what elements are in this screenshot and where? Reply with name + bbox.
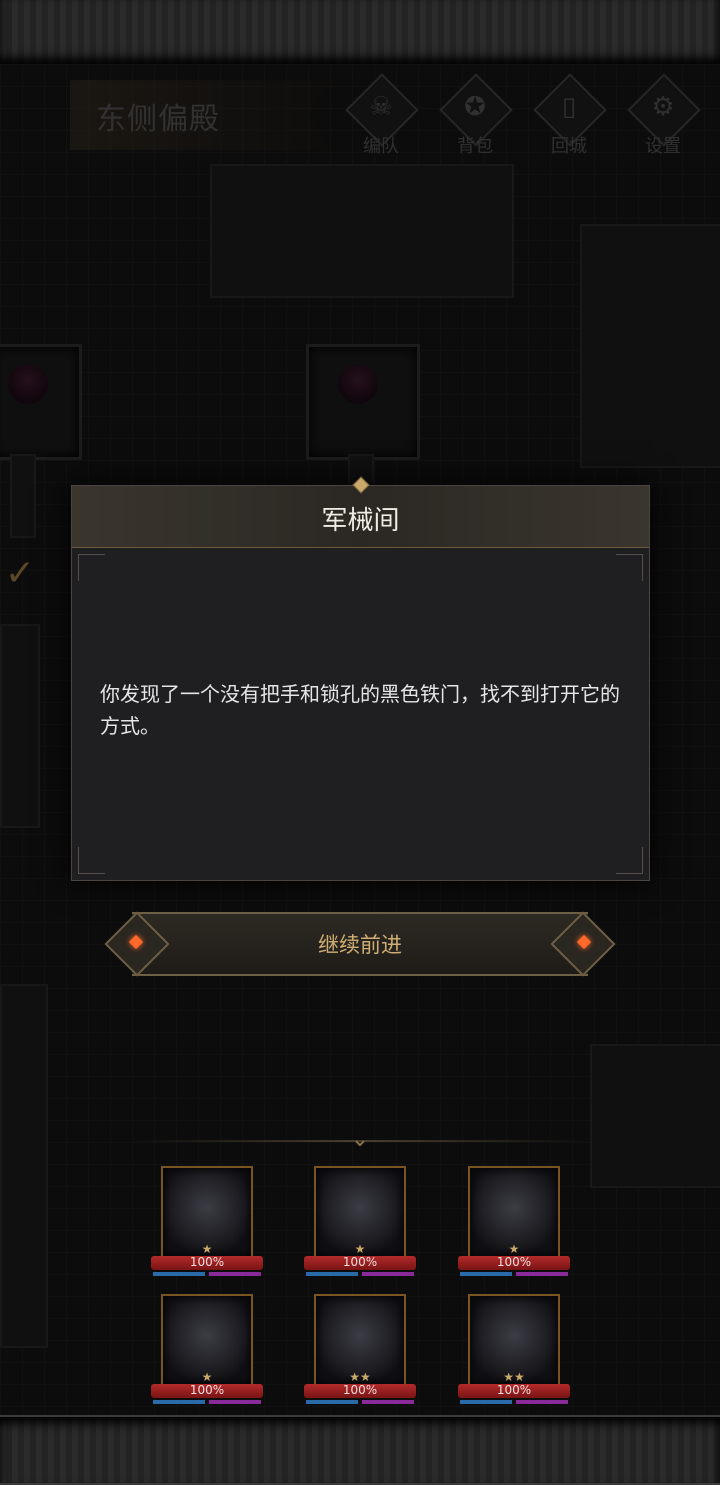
corner-ornament xyxy=(616,554,643,581)
energy-bar xyxy=(516,1272,568,1276)
mana-bar xyxy=(460,1272,512,1276)
hero-slot-2[interactable]: ★ 100% xyxy=(304,1166,416,1288)
hp-percent: 100% xyxy=(496,1255,532,1269)
star-rank: ★ xyxy=(508,1242,520,1256)
hp-percent: 100% xyxy=(342,1255,378,1269)
mana-bar xyxy=(306,1272,358,1276)
hero-slot-1[interactable]: ★ 100% xyxy=(151,1166,263,1288)
mana-bar xyxy=(306,1400,358,1404)
mana-bar xyxy=(153,1272,205,1276)
hp-percent: 100% xyxy=(342,1383,378,1397)
dialog-body-text: 你发现了一个没有把手和锁孔的黑色铁门，找不到打开它的方式。 xyxy=(100,682,620,738)
energy-bar xyxy=(516,1400,568,1404)
corner-ornament xyxy=(78,554,105,581)
hp-percent: 100% xyxy=(189,1383,225,1397)
hp-percent: 100% xyxy=(189,1255,225,1269)
star-rank: ★ xyxy=(201,1242,213,1256)
hero-slot-6[interactable]: ★★ 100% xyxy=(458,1294,570,1416)
star-rank: ★ xyxy=(354,1242,366,1256)
energy-bar xyxy=(209,1272,261,1276)
bottom-frame xyxy=(0,1415,720,1485)
hero-slot-5[interactable]: ★★ 100% xyxy=(304,1294,416,1416)
continue-button[interactable]: 继续前进 xyxy=(104,911,616,977)
dialog-header: 军械间 xyxy=(72,476,649,548)
dialog-title: 军械间 xyxy=(321,506,400,536)
mana-bar xyxy=(460,1400,512,1404)
energy-bar xyxy=(362,1400,414,1404)
hero-slot-4[interactable]: ★ 100% xyxy=(151,1294,263,1416)
event-dialog: 军械间 你发现了一个没有把手和锁孔的黑色铁门，找不到打开它的方式。 xyxy=(71,476,650,881)
corner-ornament xyxy=(78,847,105,874)
star-rank: ★★ xyxy=(349,1370,371,1384)
continue-button-label: 继续前进 xyxy=(318,933,402,957)
mana-bar xyxy=(153,1400,205,1404)
hp-percent: 100% xyxy=(496,1383,532,1397)
chevron-down-icon[interactable]: ⌄ xyxy=(346,1126,374,1154)
hero-slot-3[interactable]: ★ 100% xyxy=(458,1166,570,1288)
energy-bar xyxy=(209,1400,261,1404)
top-frame xyxy=(0,0,720,66)
star-rank: ★★ xyxy=(503,1370,525,1384)
corner-ornament xyxy=(616,847,643,874)
star-rank: ★ xyxy=(201,1370,213,1384)
energy-bar xyxy=(362,1272,414,1276)
